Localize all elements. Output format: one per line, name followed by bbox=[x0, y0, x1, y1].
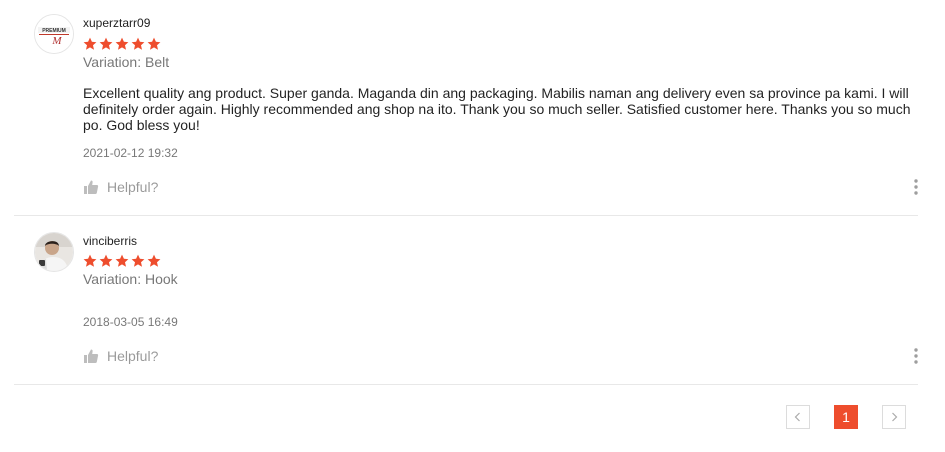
helpful-button[interactable]: Helpful? bbox=[83, 348, 158, 364]
star-icon bbox=[83, 254, 97, 267]
prev-page-button[interactable] bbox=[786, 405, 810, 429]
star-icon bbox=[147, 254, 161, 267]
star-icon bbox=[131, 37, 145, 50]
star-icon bbox=[115, 254, 129, 267]
review-timestamp: 2021-02-12 19:32 bbox=[83, 146, 178, 160]
review-item: vinciberris Variation: Hook 2018-03-05 1… bbox=[14, 216, 918, 385]
helpful-label: Helpful? bbox=[107, 179, 159, 195]
review-username[interactable]: xuperztarr09 bbox=[83, 16, 150, 30]
star-icon bbox=[147, 37, 161, 50]
helpful-button[interactable]: Helpful? bbox=[83, 179, 158, 195]
user-avatar[interactable]: PREMIUM M bbox=[34, 14, 74, 54]
helpful-label: Helpful? bbox=[107, 348, 159, 364]
review-timestamp: 2018-03-05 16:49 bbox=[83, 315, 178, 329]
more-options-icon[interactable] bbox=[910, 178, 922, 196]
thumbs-up-icon bbox=[84, 349, 99, 363]
review-comment: Excellent quality ang product. Super gan… bbox=[83, 85, 911, 133]
brand-logo-avatar-icon: PREMIUM M bbox=[35, 15, 73, 53]
user-avatar[interactable] bbox=[34, 232, 74, 272]
star-icon bbox=[99, 254, 113, 267]
reviews-page: PREMIUM M xuperztarr09 Variation: Belt E… bbox=[0, 0, 945, 452]
next-page-button[interactable] bbox=[882, 405, 906, 429]
review-username[interactable]: vinciberris bbox=[83, 234, 137, 248]
thumbs-up-icon bbox=[84, 180, 99, 194]
star-icon bbox=[131, 254, 145, 267]
page-number-button[interactable]: 1 bbox=[834, 405, 858, 429]
review-variation: Variation: Hook bbox=[83, 271, 178, 287]
svg-text:PREMIUM: PREMIUM bbox=[42, 28, 66, 34]
more-options-icon[interactable] bbox=[910, 347, 922, 365]
review-item: PREMIUM M xuperztarr09 Variation: Belt E… bbox=[14, 0, 918, 216]
chevron-left-icon bbox=[794, 412, 800, 422]
svg-text:M: M bbox=[51, 35, 62, 47]
rating-stars bbox=[83, 254, 161, 268]
star-icon bbox=[99, 37, 113, 50]
pagination: 1 bbox=[786, 405, 906, 429]
star-icon bbox=[83, 37, 97, 50]
chevron-right-icon bbox=[892, 412, 898, 422]
rating-stars bbox=[83, 37, 161, 51]
review-variation: Variation: Belt bbox=[83, 54, 170, 70]
star-icon bbox=[115, 37, 129, 50]
person-photo-avatar-icon bbox=[35, 233, 73, 271]
